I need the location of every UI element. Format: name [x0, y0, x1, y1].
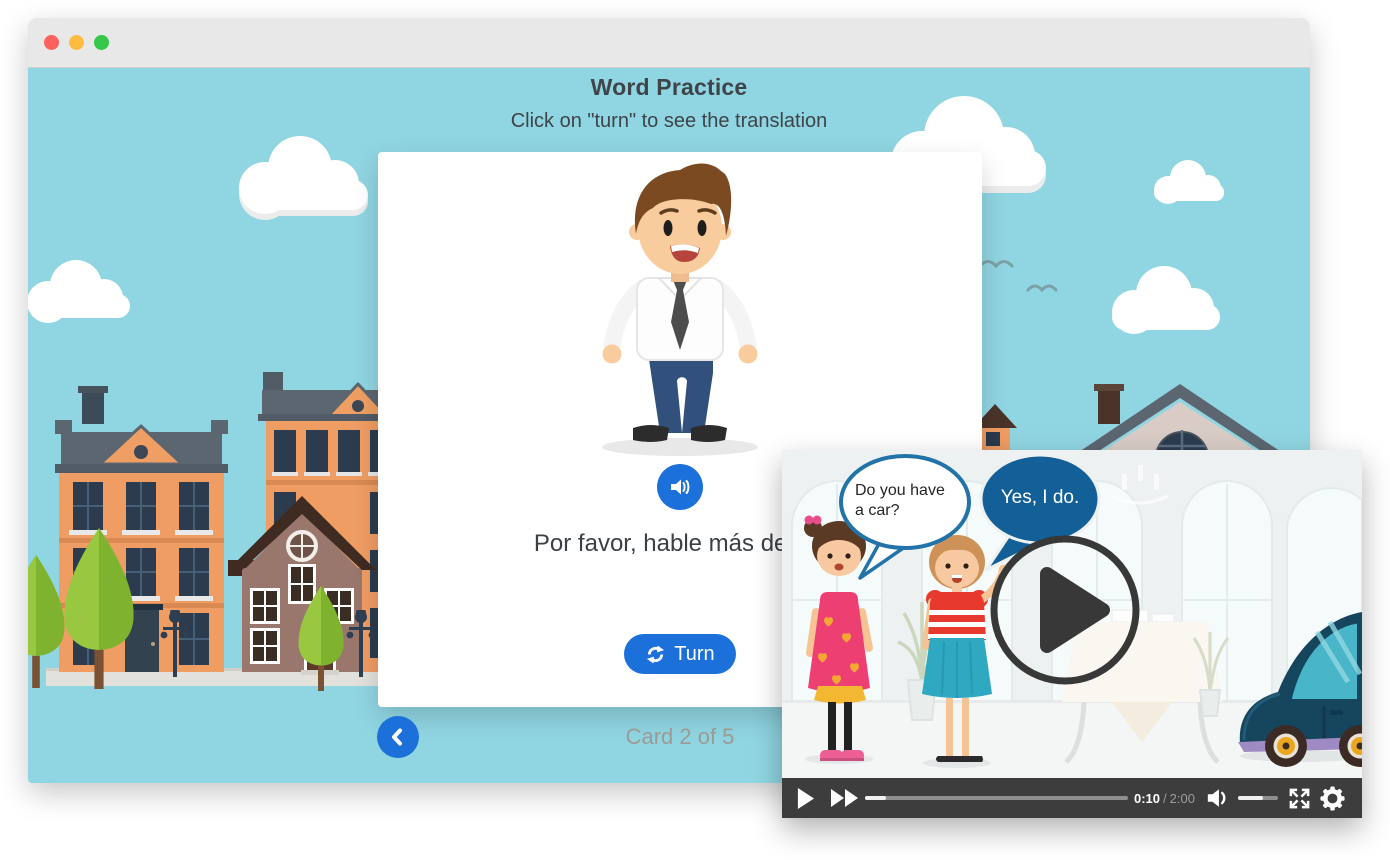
current-time: 0:10	[1134, 791, 1160, 806]
maximize-window-button[interactable]	[94, 35, 109, 50]
cloud	[1154, 160, 1224, 204]
video-controls-bar: 0:10/2:00	[782, 778, 1362, 818]
page-subtitle: Click on "turn" to see the translation	[28, 110, 1310, 133]
play-icon	[987, 532, 1143, 688]
house-right	[1070, 384, 1290, 458]
progress-bar[interactable]	[865, 796, 1128, 800]
cloud	[28, 260, 130, 323]
fullscreen-icon	[1288, 787, 1311, 810]
time-display: 0:10/2:00	[1134, 791, 1195, 806]
turn-button-label: Turn	[674, 643, 714, 666]
refresh-icon	[645, 644, 666, 665]
close-window-button[interactable]	[44, 35, 59, 50]
fullscreen-button[interactable]	[1286, 786, 1312, 810]
fast-forward-button[interactable]	[828, 788, 862, 808]
page-title: Word Practice	[28, 74, 1310, 101]
window-titlebar	[28, 18, 1310, 68]
speaker-icon	[668, 475, 692, 499]
question-line-2: a car?	[855, 501, 975, 521]
speech-bubble-question-text: Do you have a car?	[855, 481, 975, 521]
previous-card-button[interactable]	[377, 716, 419, 758]
volume-slider[interactable]	[1238, 796, 1278, 800]
chevron-left-icon	[386, 725, 410, 749]
speech-bubble-answer-text: Yes, I do.	[980, 487, 1100, 509]
play-icon	[796, 787, 815, 810]
duration: 2:00	[1170, 791, 1195, 806]
progress-fill	[865, 796, 886, 800]
gear-icon	[1320, 786, 1345, 811]
minimize-window-button[interactable]	[69, 35, 84, 50]
time-separator: /	[1163, 791, 1167, 806]
volume-icon	[1206, 787, 1230, 809]
play-audio-button[interactable]	[657, 464, 703, 510]
video-player-panel: Do you have a car? Yes, I do.	[782, 450, 1362, 818]
volume-fill	[1238, 796, 1263, 800]
video-scene: Do you have a car? Yes, I do.	[782, 450, 1362, 778]
fast-forward-icon	[830, 788, 860, 808]
video-big-play-button[interactable]	[987, 532, 1143, 688]
turn-button[interactable]: Turn	[624, 634, 736, 674]
practice-header: Word Practice Click on "turn" to see the…	[28, 74, 1310, 133]
screenshot-stage: Word Practice Click on "turn" to see the…	[0, 0, 1390, 860]
man-illustration	[585, 160, 775, 460]
mute-button[interactable]	[1204, 786, 1232, 810]
cloud	[239, 136, 368, 214]
cloud	[1112, 266, 1220, 334]
question-line-1: Do you have	[855, 481, 975, 501]
video-play-button[interactable]	[792, 785, 818, 811]
settings-button[interactable]	[1318, 785, 1346, 811]
